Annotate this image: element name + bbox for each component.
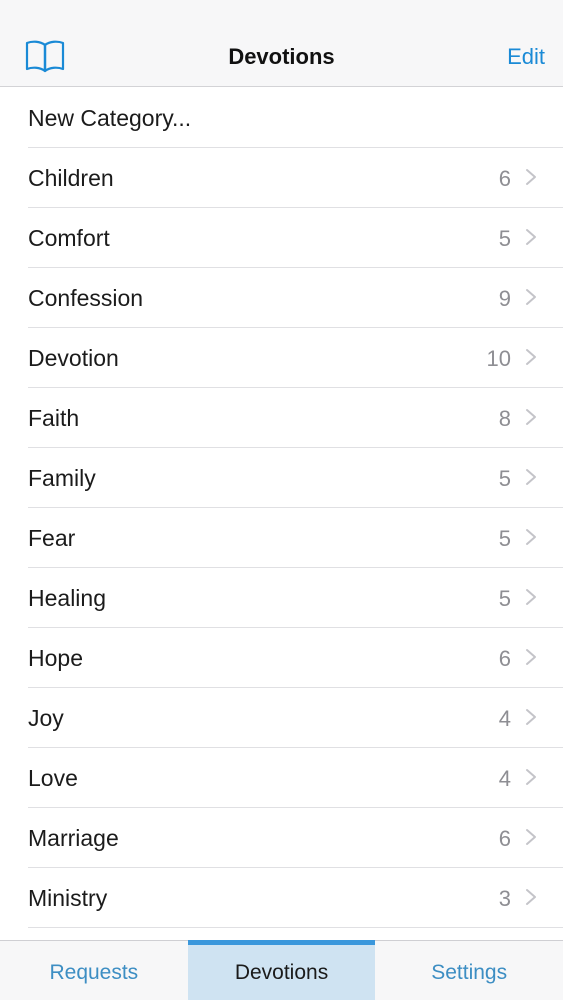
category-count: 6: [498, 166, 511, 191]
category-count: 4: [498, 706, 511, 731]
category-count: 3: [498, 886, 511, 911]
category-label: Comfort: [28, 225, 110, 251]
category-label: Hope: [28, 645, 83, 671]
chevron-right-icon: [526, 829, 536, 845]
chevron-right-icon: [526, 229, 536, 245]
category-count: 6: [498, 826, 511, 851]
chevron-right-icon: [526, 169, 536, 185]
chevron-right-icon: [526, 529, 536, 545]
chevron-right-icon: [526, 709, 536, 725]
category-row[interactable]: Ministry 3: [0, 868, 563, 928]
category-count: 10: [486, 346, 511, 371]
category-label: Healing: [28, 585, 106, 611]
category-count: 5: [498, 586, 511, 611]
category-row[interactable]: Love 4: [0, 748, 563, 808]
category-count: 5: [498, 526, 511, 551]
new-category-row[interactable]: New Category...: [0, 88, 563, 148]
category-label: Joy: [28, 705, 64, 731]
chevron-right-icon: [526, 409, 536, 425]
category-row[interactable]: Faith 8: [0, 388, 563, 448]
category-label: Marriage: [28, 825, 119, 851]
category-row[interactable]: Joy 4: [0, 688, 563, 748]
category-row[interactable]: Hope 6: [0, 628, 563, 688]
category-label: Love: [28, 765, 78, 791]
tab-requests[interactable]: Requests: [0, 941, 188, 1000]
category-label: Confession: [28, 285, 144, 311]
chevron-right-icon: [526, 769, 536, 785]
category-list: New Category... Children 6 Comfort 5 Confess…: [0, 88, 563, 928]
chevron-right-icon: [526, 289, 536, 305]
category-row[interactable]: Marriage 6: [0, 808, 563, 868]
chevron-right-icon: [526, 589, 536, 605]
category-count: 5: [498, 466, 511, 491]
page-title: Devotions: [228, 44, 335, 69]
new-category-label: New Category...: [28, 105, 192, 131]
category-count: 5: [498, 226, 511, 251]
category-row[interactable]: Devotion 10: [0, 328, 563, 388]
category-label: Fear: [28, 525, 76, 551]
category-row[interactable]: Fear 5: [0, 508, 563, 568]
category-label: Family: [28, 465, 96, 491]
category-count: 8: [498, 406, 511, 431]
category-row[interactable]: Children 6: [0, 148, 563, 208]
chevron-right-icon: [526, 469, 536, 485]
category-count: 6: [498, 646, 511, 671]
category-row[interactable]: Family 5: [0, 448, 563, 508]
tab-settings[interactable]: Settings: [375, 941, 563, 1000]
chevron-right-icon: [526, 889, 536, 905]
devotions-screen: Devotions Edit New Category... Children 6…: [0, 0, 563, 1000]
chevron-right-icon: [526, 649, 536, 665]
category-row[interactable]: Healing 5: [0, 568, 563, 628]
edit-button[interactable]: Edit: [507, 44, 545, 70]
navigation-bar: Devotions Edit: [0, 0, 563, 87]
category-count: 9: [498, 286, 511, 311]
category-count: 4: [498, 766, 511, 791]
category-label: Ministry: [28, 885, 108, 911]
category-row[interactable]: Comfort 5: [0, 208, 563, 268]
category-label: Faith: [28, 405, 80, 431]
category-label: Devotion: [28, 345, 119, 371]
tab-devotions[interactable]: Devotions: [187, 940, 376, 1000]
chevron-right-icon: [526, 349, 536, 365]
category-row[interactable]: Confession 9: [0, 268, 563, 328]
category-label: Children: [28, 165, 114, 191]
book-icon[interactable]: [24, 38, 66, 74]
tab-bar: Requests Devotions Settings: [0, 940, 563, 1000]
